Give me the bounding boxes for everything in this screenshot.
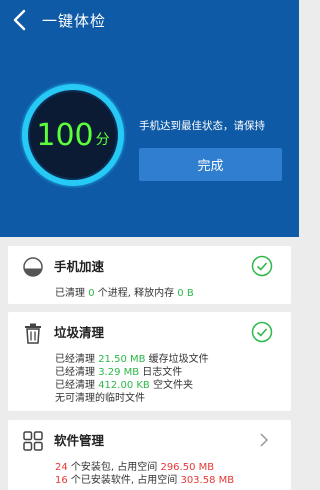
score-value: 100: [36, 117, 94, 153]
card-software-manager[interactable]: 软件管理 24 个安装包, 占用空间 296.50 MB 16 个已安装软件, …: [8, 420, 291, 490]
memory-gauge-icon: [23, 257, 43, 277]
installed-summary: 16 个已安装软件, 占用空间 303.58 MB: [55, 471, 234, 486]
page-title: 一键体检: [42, 12, 107, 30]
done-button[interactable]: 完成: [139, 148, 282, 181]
card-junk-cleanup[interactable]: 垃圾清理 已经清理 21.50 MB 缓存垃圾文件 已经清理 3.29 MB 日…: [8, 312, 291, 411]
check-circle-icon: [251, 321, 273, 343]
top-bar: 一键体检: [0, 0, 299, 40]
score-unit: 分: [95, 132, 110, 148]
speedup-summary: 已清理 0 个进程, 释放内存 0 B: [55, 284, 194, 299]
apps-grid-icon: [23, 431, 43, 451]
score-display: 100 分: [18, 80, 128, 190]
card-title: 软件管理: [54, 433, 105, 448]
header-panel: 一键体检 100 分 手机达到最佳状态，请保持 完成: [0, 0, 299, 237]
back-button[interactable]: [10, 8, 32, 32]
text-segment: 空文件夹: [149, 380, 193, 391]
text-segment: 个进程, 释放内存: [94, 288, 178, 299]
check-circle-icon: [251, 255, 273, 277]
card-speedup[interactable]: 手机加速 已清理 0 个进程, 释放内存 0 B: [8, 246, 291, 304]
card-title: 手机加速: [54, 259, 105, 274]
card-title: 垃圾清理: [54, 325, 105, 340]
chevron-left-icon: [13, 9, 26, 31]
status-message: 手机达到最佳状态，请保持: [139, 120, 265, 132]
junk-temp-line: 无可清理的临时文件: [55, 393, 145, 404]
text-segment: 已清理: [55, 288, 89, 299]
memory-freed: 0 B: [177, 288, 194, 299]
chevron-right-icon: [260, 433, 269, 447]
trash-icon: [25, 323, 41, 344]
